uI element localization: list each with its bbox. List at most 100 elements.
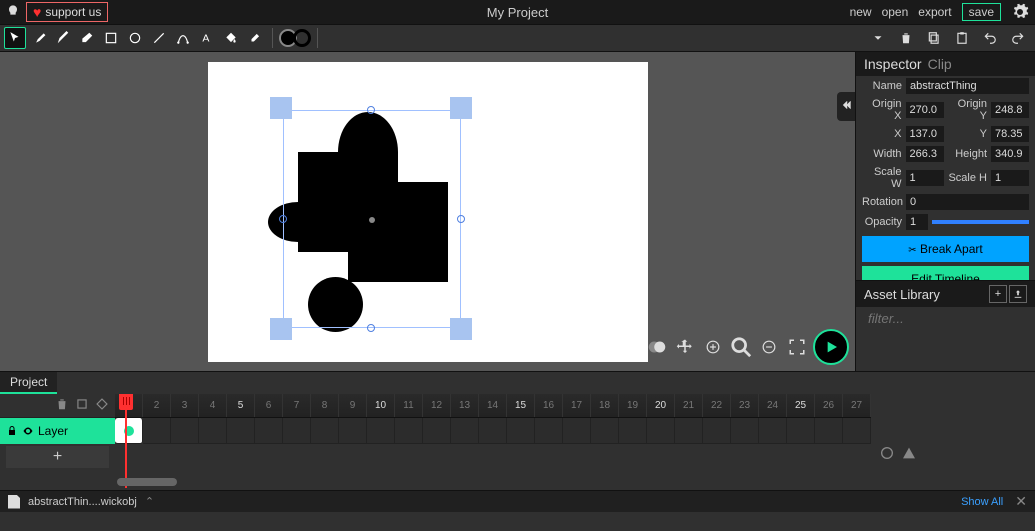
tween-icon[interactable] xyxy=(75,397,89,414)
frame-cell[interactable] xyxy=(199,418,227,444)
ruler-tick[interactable]: 27 xyxy=(843,394,871,417)
selection-handle-br[interactable] xyxy=(450,318,472,340)
frame-cell[interactable] xyxy=(451,418,479,444)
ruler-tick[interactable]: 19 xyxy=(619,394,647,417)
origin-ajson-y-input[interactable] xyxy=(991,102,1029,118)
canvas-area[interactable] xyxy=(0,52,855,371)
pencil-tool[interactable] xyxy=(52,27,74,49)
ruler-tick[interactable]: 22 xyxy=(703,394,731,417)
onion-skin-icon[interactable] xyxy=(645,335,669,359)
selection-handle-tl[interactable] xyxy=(270,97,292,119)
scale-w-input[interactable] xyxy=(906,170,944,186)
ruler-tick[interactable]: 8 xyxy=(311,394,339,417)
frame-cell[interactable] xyxy=(367,418,395,444)
paste-icon[interactable] xyxy=(951,27,973,49)
playhead-handle[interactable] xyxy=(119,394,133,410)
timeline-scrollbar[interactable] xyxy=(115,478,871,488)
delete-layer-icon[interactable] xyxy=(55,397,69,414)
ruler-tick[interactable]: 14 xyxy=(479,394,507,417)
frame-cell[interactable] xyxy=(255,418,283,444)
recenter-icon[interactable] xyxy=(785,335,809,359)
frame-cell[interactable] xyxy=(115,418,143,444)
eraser-tool[interactable] xyxy=(76,27,98,49)
ruler-tick[interactable]: 16 xyxy=(535,394,563,417)
ruler-tick[interactable]: 17 xyxy=(563,394,591,417)
selection-handle-bl[interactable] xyxy=(270,318,292,340)
ruler-tick[interactable]: 20 xyxy=(647,394,675,417)
zoom-icon[interactable] xyxy=(729,335,753,359)
onion-right-icon[interactable] xyxy=(901,445,917,464)
asset-filter-input[interactable] xyxy=(868,311,1035,326)
support-us-button[interactable]: ♥ support us xyxy=(26,2,108,22)
upload-asset-button[interactable] xyxy=(1009,285,1027,303)
frame-cell[interactable] xyxy=(563,418,591,444)
open-button[interactable]: open xyxy=(882,5,909,19)
layer-row[interactable]: Layer xyxy=(0,418,115,444)
selection-handle-lm[interactable] xyxy=(279,215,287,223)
frame-cell[interactable] xyxy=(507,418,535,444)
selection-handle-bm[interactable] xyxy=(367,324,375,332)
chevron-up-icon[interactable]: ⌃ xyxy=(145,495,154,508)
frame-cell[interactable] xyxy=(311,418,339,444)
ruler-tick[interactable]: 9 xyxy=(339,394,367,417)
stroke-color[interactable] xyxy=(293,29,311,47)
frame-cell[interactable] xyxy=(703,418,731,444)
add-asset-button[interactable]: + xyxy=(989,285,1007,303)
ruler-tick[interactable]: 4 xyxy=(199,394,227,417)
ellipse-tool[interactable] xyxy=(124,27,146,49)
frame-cell[interactable] xyxy=(759,418,787,444)
keyframe-icon[interactable] xyxy=(95,397,109,414)
ruler-tick[interactable]: 3 xyxy=(171,394,199,417)
ruler-tick[interactable]: 2 xyxy=(143,394,171,417)
frame-cell[interactable] xyxy=(731,418,759,444)
ruler-tick[interactable]: 15 xyxy=(507,394,535,417)
ruler-tick[interactable]: 18 xyxy=(591,394,619,417)
cursor-tool[interactable] xyxy=(4,27,26,49)
opacity-input[interactable] xyxy=(906,214,928,230)
save-button[interactable]: save xyxy=(962,3,1001,21)
visibility-icon[interactable] xyxy=(22,425,34,437)
play-button[interactable] xyxy=(813,329,849,365)
frame-cell[interactable] xyxy=(283,418,311,444)
redo-icon[interactable] xyxy=(1007,27,1029,49)
export-button[interactable]: export xyxy=(918,5,951,19)
frame-cell[interactable] xyxy=(675,418,703,444)
onion-left-icon[interactable] xyxy=(879,445,895,464)
ruler-tick[interactable]: 25 xyxy=(787,394,815,417)
frame-cell[interactable] xyxy=(843,418,871,444)
close-icon[interactable]: ✕ xyxy=(1015,493,1027,510)
gear-icon[interactable] xyxy=(1011,3,1029,21)
undo-icon[interactable] xyxy=(979,27,1001,49)
eyedropper-tool[interactable] xyxy=(244,27,266,49)
frame-cell[interactable] xyxy=(787,418,815,444)
ruler-tick[interactable]: 21 xyxy=(675,394,703,417)
break-apart-button[interactable]: ✂ Break Apart xyxy=(862,236,1029,262)
height-input[interactable] xyxy=(991,146,1029,162)
frame-cell[interactable] xyxy=(143,418,171,444)
show-all-button[interactable]: Show All xyxy=(961,496,1003,508)
dropdown-icon[interactable] xyxy=(867,27,889,49)
trash-icon[interactable] xyxy=(895,27,917,49)
frame-cell[interactable] xyxy=(815,418,843,444)
lock-icon[interactable] xyxy=(6,425,18,437)
selection-center[interactable] xyxy=(369,217,375,223)
frame-cell[interactable] xyxy=(647,418,675,444)
frame-cell[interactable] xyxy=(423,418,451,444)
y-input[interactable] xyxy=(991,126,1029,142)
ruler-tick[interactable]: 23 xyxy=(731,394,759,417)
ruler-tick[interactable]: 12 xyxy=(423,394,451,417)
rotation-input[interactable] xyxy=(906,194,1029,210)
status-filename[interactable]: abstractThin....wickobj xyxy=(28,496,137,508)
frame-cell[interactable] xyxy=(395,418,423,444)
selection-handle-rm[interactable] xyxy=(457,215,465,223)
app-logo[interactable] xyxy=(3,2,23,22)
copy-icon[interactable] xyxy=(923,27,945,49)
line-tool[interactable] xyxy=(148,27,170,49)
frame-cell[interactable] xyxy=(535,418,563,444)
add-layer-button[interactable]: + xyxy=(6,446,109,468)
selection-handle-tm[interactable] xyxy=(367,106,375,114)
ruler-tick[interactable]: 5 xyxy=(227,394,255,417)
selection-handle-tr[interactable] xyxy=(450,97,472,119)
ruler-tick[interactable]: 26 xyxy=(815,394,843,417)
brush-tool[interactable] xyxy=(28,27,50,49)
